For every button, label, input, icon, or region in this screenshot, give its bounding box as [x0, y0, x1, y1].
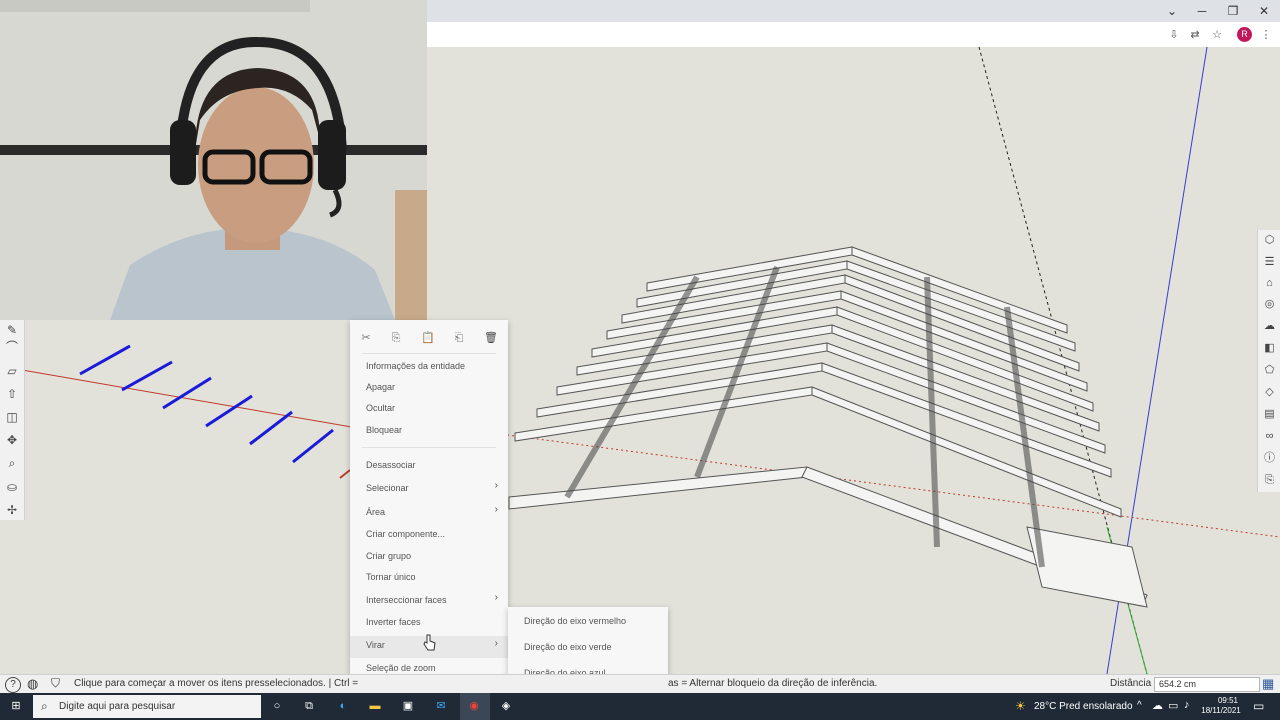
entity-info-icon[interactable]: ⬡ [1262, 233, 1277, 248]
materials-icon[interactable]: ◎ [1262, 297, 1277, 312]
cut-icon[interactable]: ✂ [358, 330, 374, 346]
menu-item-reverse-faces[interactable]: Inverter faces [366, 615, 421, 629]
menu-item-make-group[interactable]: Criar grupo [366, 549, 411, 563]
menu-item-entity-info[interactable]: Informações da entidade [366, 359, 465, 373]
cortana-icon[interactable]: ○ [269, 698, 285, 714]
arc-icon[interactable]: ⌒ [4, 339, 20, 355]
menu-item-erase[interactable]: Apagar [366, 380, 395, 394]
menu-item-flip[interactable]: Virar [366, 638, 385, 652]
pencil-icon[interactable]: ✎ [4, 322, 20, 338]
push-pull-icon[interactable]: ⇧ [4, 386, 20, 402]
context-menu: ✂ ⎘ 📋 ⎗ 🗑 Informações da entidade Apagar… [350, 320, 508, 680]
outliner-icon[interactable]: ☰ [1262, 255, 1277, 270]
tags-icon[interactable]: ⬠ [1262, 363, 1277, 378]
monitor-icon[interactable]: ▭ [1168, 699, 1178, 712]
model-viewport[interactable] [427, 47, 1280, 674]
distance-label: Distância [1110, 678, 1152, 689]
status-bar: ? ◍ ⛉ Clique para começar a mover os ite… [0, 674, 1280, 694]
address-bar-row [427, 22, 1280, 48]
rectangle-icon[interactable]: ▱ [4, 363, 20, 379]
offset-icon[interactable]: ◫ [4, 409, 20, 425]
info-icon[interactable]: ⓘ [1262, 451, 1277, 466]
close-icon[interactable]: ✕ [1252, 2, 1276, 20]
paste-in-place-icon[interactable]: ⎗ [451, 330, 467, 346]
status-hint: Clique para começar a mover os itens pre… [74, 678, 359, 689]
mail-icon[interactable]: ✉ [433, 698, 449, 714]
clock-date[interactable]: 18/11/2021 [1198, 706, 1244, 715]
components-icon[interactable]: ☁ [1262, 319, 1277, 334]
weather-text[interactable]: 28°C Pred ensolarado [1034, 701, 1133, 712]
webcam-overlay [0, 0, 427, 320]
chevron-right-icon: › [494, 638, 498, 649]
globe-icon[interactable]: ◍ [27, 676, 38, 692]
menu-item-make-unique[interactable]: Tornar único [366, 570, 416, 584]
chevron-right-icon: › [494, 504, 498, 515]
menu-item-intersect-faces[interactable]: Interseccionar faces [366, 593, 447, 607]
clock-time[interactable]: 09:51 [1212, 696, 1244, 705]
distance-input[interactable]: 654.2 cm [1154, 677, 1260, 692]
weather-sun-icon: ☀ [1015, 699, 1026, 713]
menu-item-select[interactable]: Selecionar [366, 481, 409, 495]
volume-icon[interactable]: ♪ [1184, 699, 1190, 711]
submenu-item-red-axis[interactable]: Direção do eixo vermelho [524, 616, 626, 626]
orbit-icon[interactable]: ✢ [4, 502, 20, 518]
user-icon[interactable]: ⛉ [51, 676, 60, 691]
instructor-icon[interactable]: ⌂ [1262, 276, 1277, 291]
taskbar-search[interactable]: ⌕ Digite aqui para pesquisar [33, 695, 261, 718]
store-icon[interactable]: ▣ [400, 698, 416, 714]
left-toolbar: ✎ ⌒ ▱ ⇧ ◫ ✥ ⌕ ⛀ ✢ [0, 320, 25, 520]
roof-structure-model [506, 47, 1280, 674]
network-icon[interactable]: ☁ [1152, 699, 1163, 712]
kebab-menu-icon[interactable]: ⋮ [1258, 27, 1274, 43]
menu-item-make-component[interactable]: Criar componente... [366, 527, 445, 541]
right-panel-toolbar: ⬡ ☰ ⌂ ◎ ☁ ◧ ⬠ ◇ ▤ ∞ ⓘ ⎘ [1257, 230, 1280, 492]
status-hint-continued: as = Alternar bloqueio da direção de inf… [668, 678, 878, 689]
submenu-item-green-axis[interactable]: Direção do eixo verde [524, 642, 612, 652]
translate-icon[interactable]: ⇄ [1187, 27, 1203, 43]
windows-start-icon[interactable]: ⊞ [8, 698, 24, 714]
search-placeholder: Digite aqui para pesquisar [59, 701, 176, 712]
trash-icon[interactable]: 🗑 [483, 330, 499, 346]
windows-taskbar: ⊞ ⌕ Digite aqui para pesquisar ○ ⧉ ◐ ▬ ▣… [0, 693, 1280, 720]
scenes-icon[interactable]: ▤ [1262, 407, 1277, 422]
menu-item-zoom-selection[interactable]: Seleção de zoom [366, 661, 436, 675]
hand-cursor-icon [423, 634, 436, 651]
menu-item-lock[interactable]: Bloquear [366, 423, 402, 437]
task-view-icon[interactable]: ⧉ [301, 698, 317, 714]
copy-icon[interactable]: ⎘ [388, 330, 404, 346]
tab-search-icon[interactable]: ⌄ [1160, 2, 1184, 20]
notifications-icon[interactable]: ▭ [1253, 699, 1264, 713]
chevron-right-icon: › [494, 480, 498, 491]
search-icon: ⌕ [41, 699, 48, 713]
presenter-image [0, 0, 427, 320]
shadows-icon[interactable]: ∞ [1262, 429, 1277, 444]
bookmark-star-icon[interactable]: ☆ [1209, 27, 1225, 43]
sketchup-icon[interactable]: ◈ [498, 698, 514, 714]
help-icon[interactable]: ? [5, 677, 21, 693]
chevron-right-icon: › [494, 592, 498, 603]
paste-icon[interactable]: 📋 [420, 330, 436, 346]
menu-separator [362, 447, 496, 448]
menu-item-unglue[interactable]: Desassociar [366, 458, 416, 472]
chrome-icon[interactable]: ◉ [466, 698, 482, 714]
file-explorer-icon[interactable]: ▬ [367, 698, 383, 714]
tray-chevron-icon[interactable]: ^ [1137, 700, 1142, 711]
move-icon[interactable]: ✥ [4, 432, 20, 448]
styles-icon[interactable]: ◧ [1262, 341, 1277, 356]
resize-icon[interactable]: ▦ [1262, 676, 1274, 692]
menu-item-area[interactable]: Área [366, 505, 385, 519]
menu-separator [362, 353, 496, 354]
tag-icon[interactable]: ◇ [1262, 385, 1277, 400]
menu-item-hide[interactable]: Ocultar [366, 401, 395, 415]
tape-measure-icon[interactable]: ⌕ [4, 455, 20, 471]
minimize-icon[interactable]: ─ [1190, 2, 1214, 20]
install-icon[interactable]: ⇩ [1166, 27, 1182, 43]
restore-icon[interactable]: ❐ [1221, 2, 1245, 20]
export-icon[interactable]: ⎘ [1262, 473, 1277, 488]
edge-icon[interactable]: ◐ [335, 698, 351, 714]
profile-avatar[interactable]: R [1237, 27, 1252, 42]
paint-bucket-icon[interactable]: ⛀ [4, 479, 20, 495]
